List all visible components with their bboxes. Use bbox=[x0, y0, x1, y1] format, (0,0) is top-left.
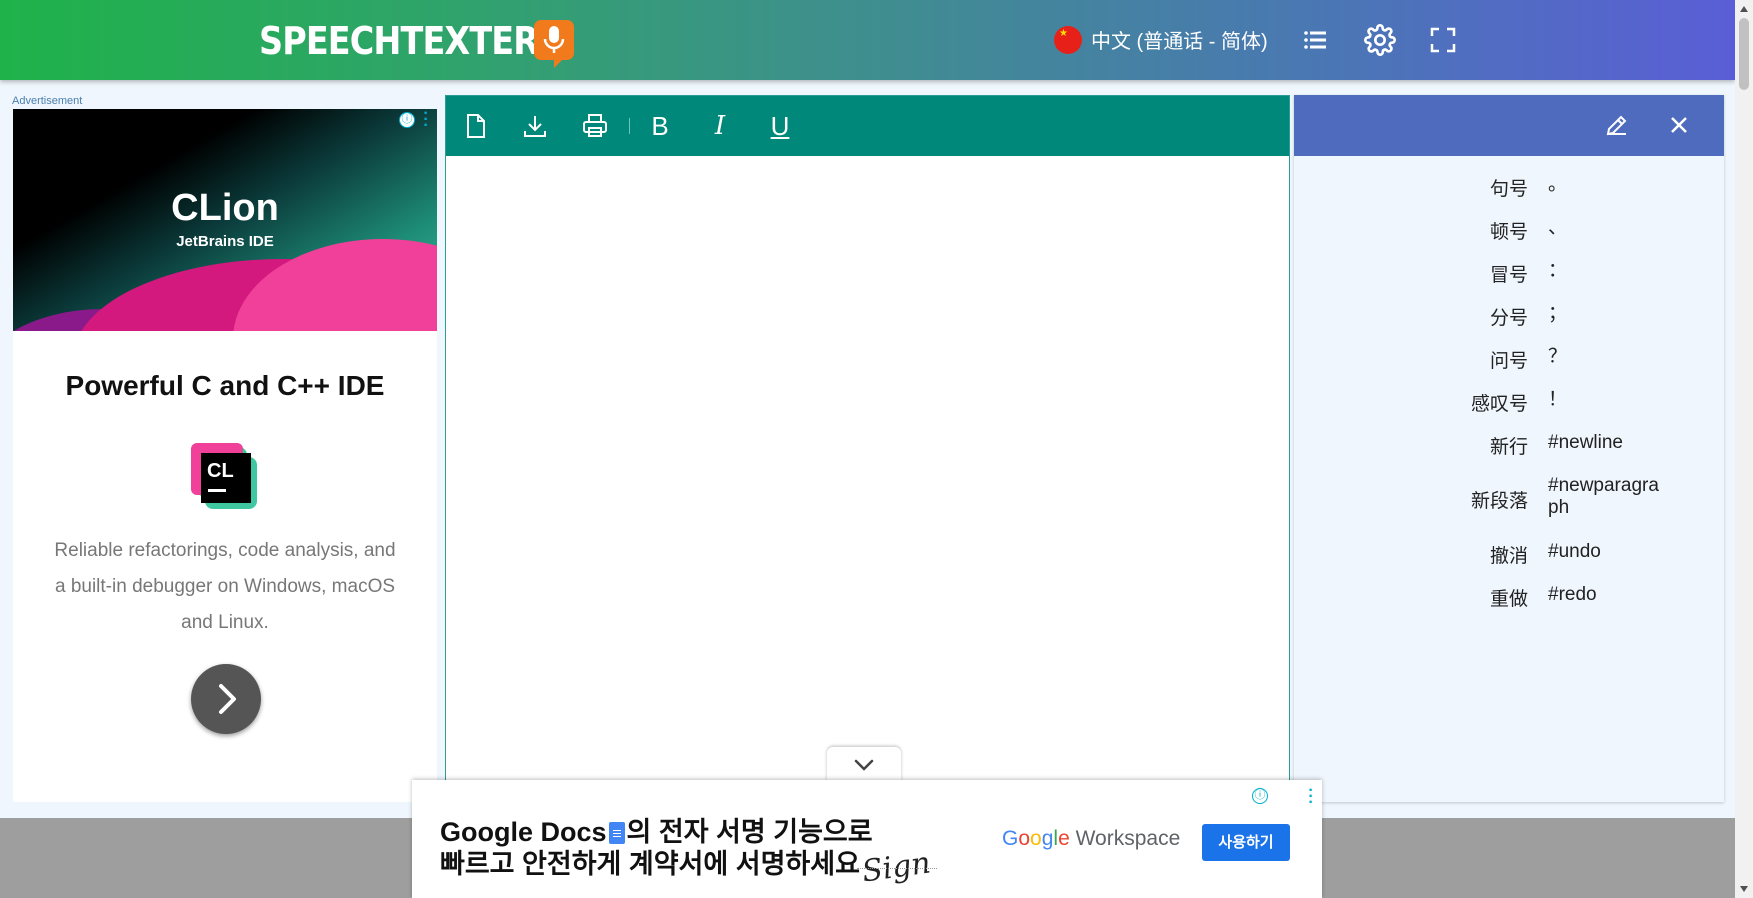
ad-info-icon[interactable]: ⓘ bbox=[1252, 788, 1268, 804]
bold-button[interactable]: B bbox=[645, 110, 675, 142]
editor-content-area[interactable] bbox=[446, 156, 1289, 799]
ad-banner-subtitle: JetBrains IDE bbox=[176, 233, 274, 250]
fullscreen-icon[interactable] bbox=[1427, 24, 1459, 56]
svg-text:CL: CL bbox=[207, 460, 234, 482]
advertisement-label: Advertisement bbox=[12, 95, 83, 107]
command-value: #newline bbox=[1548, 432, 1623, 453]
command-key: 撤消 bbox=[1489, 546, 1528, 567]
signature-line bbox=[857, 868, 937, 869]
download-icon[interactable] bbox=[520, 111, 550, 141]
language-label: 中文 (普通话 - 简体) bbox=[1091, 31, 1268, 53]
command-value: 、 bbox=[1548, 217, 1568, 238]
google-workspace-logo: Google Workspace bbox=[1002, 827, 1181, 850]
command-key: 重做 bbox=[1489, 589, 1528, 610]
command-value: ： bbox=[1548, 260, 1568, 281]
underline-label: U bbox=[770, 111, 790, 141]
ad-use-button[interactable]: 사용하기 bbox=[1202, 824, 1290, 861]
china-flag-icon bbox=[1054, 25, 1082, 54]
command-key: 冒号 bbox=[1489, 265, 1528, 286]
command-value: #newparagraph bbox=[1548, 475, 1659, 518]
app-header: SPEECHTEXTER 中文 (普通话 - 简体) bbox=[0, 0, 1735, 80]
command-key: 分号 bbox=[1489, 308, 1528, 329]
command-value: #undo bbox=[1548, 541, 1601, 562]
toolbar-separator bbox=[629, 118, 630, 134]
microphone-icon bbox=[534, 20, 574, 68]
google-docs-icon bbox=[608, 822, 625, 844]
print-icon[interactable] bbox=[580, 111, 610, 141]
language-selector[interactable]: 中文 (普通话 - 简体) bbox=[1054, 25, 1268, 54]
commands-list-icon[interactable] bbox=[1300, 24, 1332, 56]
ad-next-button[interactable] bbox=[191, 664, 261, 734]
underline-button[interactable]: U bbox=[765, 110, 795, 142]
scroll-down-arrow-icon[interactable] bbox=[1740, 886, 1748, 892]
chevron-down-icon bbox=[854, 759, 874, 771]
ad-headline[interactable]: Powerful C and C++ IDE bbox=[13, 370, 437, 402]
logo-text: SPEECHTEXTER bbox=[259, 19, 539, 63]
command-key: 句号 bbox=[1489, 179, 1528, 200]
speechtexter-logo[interactable]: SPEECHTEXTER bbox=[259, 18, 576, 68]
command-value: ！ bbox=[1548, 389, 1568, 410]
side-advertisement[interactable]: CLion JetBrains IDE ⓘ · · · Powerful C and… bbox=[13, 109, 437, 802]
panel-header bbox=[1294, 95, 1724, 156]
command-key: 新段落 bbox=[1470, 491, 1528, 512]
command-value: #redo bbox=[1548, 584, 1597, 605]
italic-label: I bbox=[714, 111, 726, 141]
command-value: ？ bbox=[1548, 346, 1568, 367]
scrollbar-thumb[interactable] bbox=[1739, 18, 1749, 90]
settings-gear-icon[interactable] bbox=[1364, 24, 1396, 56]
command-key: 感叹号 bbox=[1470, 394, 1528, 415]
command-key: 问号 bbox=[1489, 351, 1528, 372]
ad-banner-title: CLion bbox=[171, 187, 279, 229]
ad-description: Reliable refactorings, code analysis, an… bbox=[54, 540, 396, 633]
workspace-label: Workspace bbox=[1075, 827, 1181, 850]
command-key: 顿号 bbox=[1489, 222, 1528, 243]
new-document-icon[interactable] bbox=[460, 111, 490, 141]
command-value: ； bbox=[1548, 303, 1568, 324]
clion-logo-icon: CL bbox=[191, 443, 261, 513]
ad-text-line2: 빠르고 안전하게 계약서에 서명하세요 bbox=[440, 849, 860, 879]
ad-options-icon[interactable]: · · · bbox=[421, 109, 431, 134]
voice-commands-panel: 句号 。 顿号 、 冒号 ： 分号 ； 问号 ？ 感叹号 ！ 新行 #newli… bbox=[1294, 95, 1724, 802]
edit-pencil-icon[interactable] bbox=[1602, 110, 1632, 140]
scroll-up-arrow-icon[interactable] bbox=[1740, 6, 1748, 12]
bottom-advertisement[interactable]: Google Docs 의 전자 서명 기능으로 빠르고 안전하게 계약서에 서명… bbox=[412, 780, 1322, 898]
ad-options-icon[interactable]: · · · bbox=[1306, 783, 1316, 811]
text-editor[interactable]: B I U bbox=[445, 95, 1290, 800]
close-icon[interactable] bbox=[1664, 110, 1694, 140]
editor-toolbar: B I U bbox=[446, 96, 1289, 156]
chevron-right-icon bbox=[219, 684, 236, 714]
command-value: 。 bbox=[1548, 174, 1568, 195]
collapse-ad-button[interactable] bbox=[827, 747, 901, 781]
ad-info-icon[interactable]: ⓘ bbox=[399, 112, 415, 128]
page-scrollbar[interactable] bbox=[1735, 0, 1753, 898]
italic-button[interactable]: I bbox=[705, 110, 735, 142]
bold-label: B bbox=[651, 111, 669, 141]
command-key: 新行 bbox=[1489, 437, 1528, 458]
ad-banner-image[interactable]: CLion JetBrains IDE ⓘ · · · bbox=[13, 109, 437, 331]
